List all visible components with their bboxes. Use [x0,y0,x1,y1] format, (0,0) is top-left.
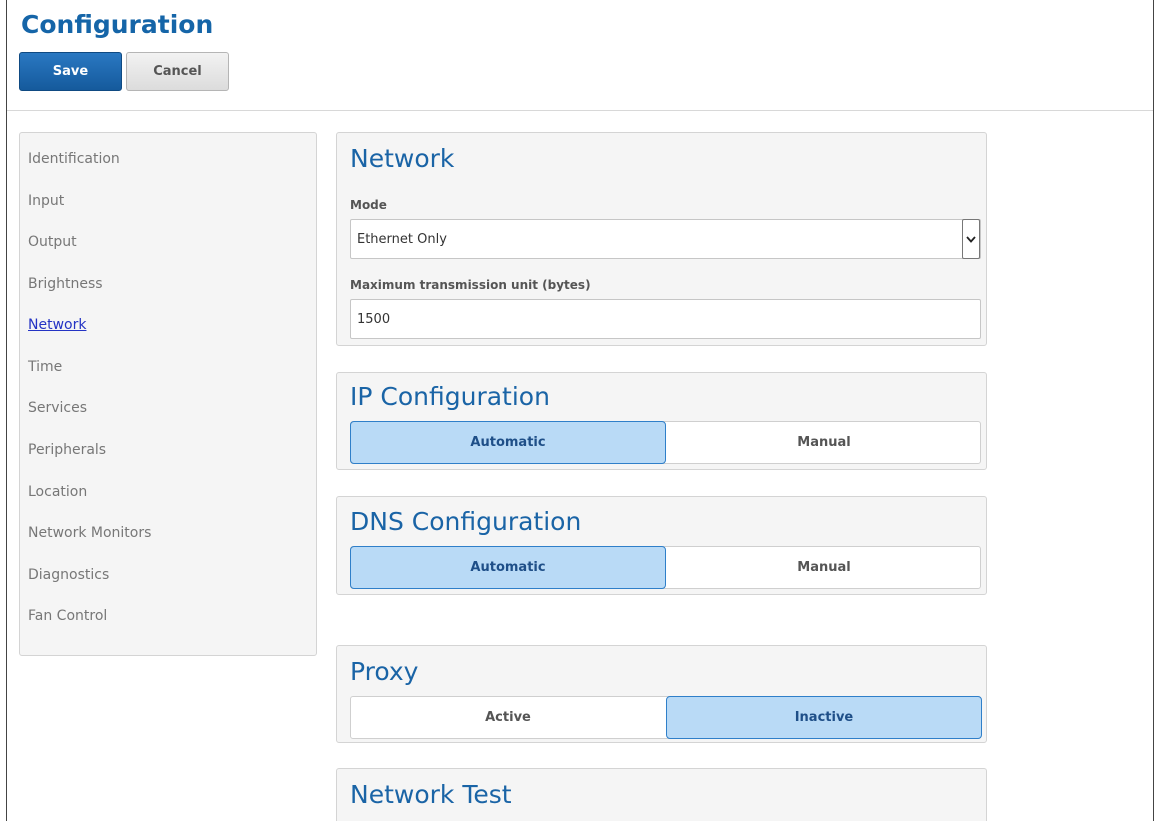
ip-configuration-toggle: Automatic Manual [350,421,981,464]
sidebar-item-peripherals[interactable]: Peripherals [28,439,106,461]
dns-automatic-option[interactable]: Automatic [350,546,666,589]
sidebar-item-fan-control[interactable]: Fan Control [28,605,107,627]
network-test-title: Network Test [350,780,512,809]
dns-manual-option[interactable]: Manual [666,546,982,589]
sidebar-item-diagnostics[interactable]: Diagnostics [28,564,109,586]
mode-select-value: Ethernet Only [357,231,447,247]
proxy-title: Proxy [350,657,419,686]
dns-configuration-toggle: Automatic Manual [350,546,981,589]
ip-configuration-title: IP Configuration [350,382,550,411]
cancel-button[interactable]: Cancel [126,52,229,91]
mtu-input-value: 1500 [357,311,391,327]
mtu-input[interactable]: 1500 [350,299,981,339]
sidebar-item-input[interactable]: Input [28,190,64,212]
mtu-label: Maximum transmission unit (bytes) [350,278,591,292]
network-test-panel: Network Test [336,768,987,821]
dns-configuration-title: DNS Configuration [350,507,582,536]
header-divider [7,110,1153,111]
network-panel: Network Mode Ethernet Only Maximum trans… [336,132,987,346]
proxy-inactive-option[interactable]: Inactive [666,696,982,739]
window-frame-right [1153,0,1154,821]
chevron-down-icon[interactable] [962,219,980,259]
proxy-panel: Proxy Active Inactive [336,645,987,743]
sidebar-item-location[interactable]: Location [28,481,87,503]
save-button[interactable]: Save [19,52,122,91]
mode-label: Mode [350,198,387,212]
sidebar-item-identification[interactable]: Identification [28,148,120,170]
dns-configuration-panel: DNS Configuration Automatic Manual [336,496,987,595]
settings-sidebar: Identification Input Output Brightness N… [19,132,317,656]
mode-select[interactable]: Ethernet Only [350,219,981,259]
ip-manual-option[interactable]: Manual [666,421,982,464]
page-title: Configuration [21,10,214,39]
sidebar-item-time[interactable]: Time [28,356,62,378]
sidebar-item-network-monitors[interactable]: Network Monitors [28,522,151,544]
sidebar-item-network[interactable]: Network [28,314,86,336]
window-frame-left [6,0,7,821]
sidebar-item-brightness[interactable]: Brightness [28,273,103,295]
proxy-toggle: Active Inactive [350,696,982,739]
sidebar-item-output[interactable]: Output [28,231,77,253]
proxy-active-option[interactable]: Active [350,696,666,739]
network-panel-title: Network [350,144,455,173]
ip-configuration-panel: IP Configuration Automatic Manual [336,372,987,470]
ip-automatic-option[interactable]: Automatic [350,421,666,464]
sidebar-item-services[interactable]: Services [28,397,87,419]
